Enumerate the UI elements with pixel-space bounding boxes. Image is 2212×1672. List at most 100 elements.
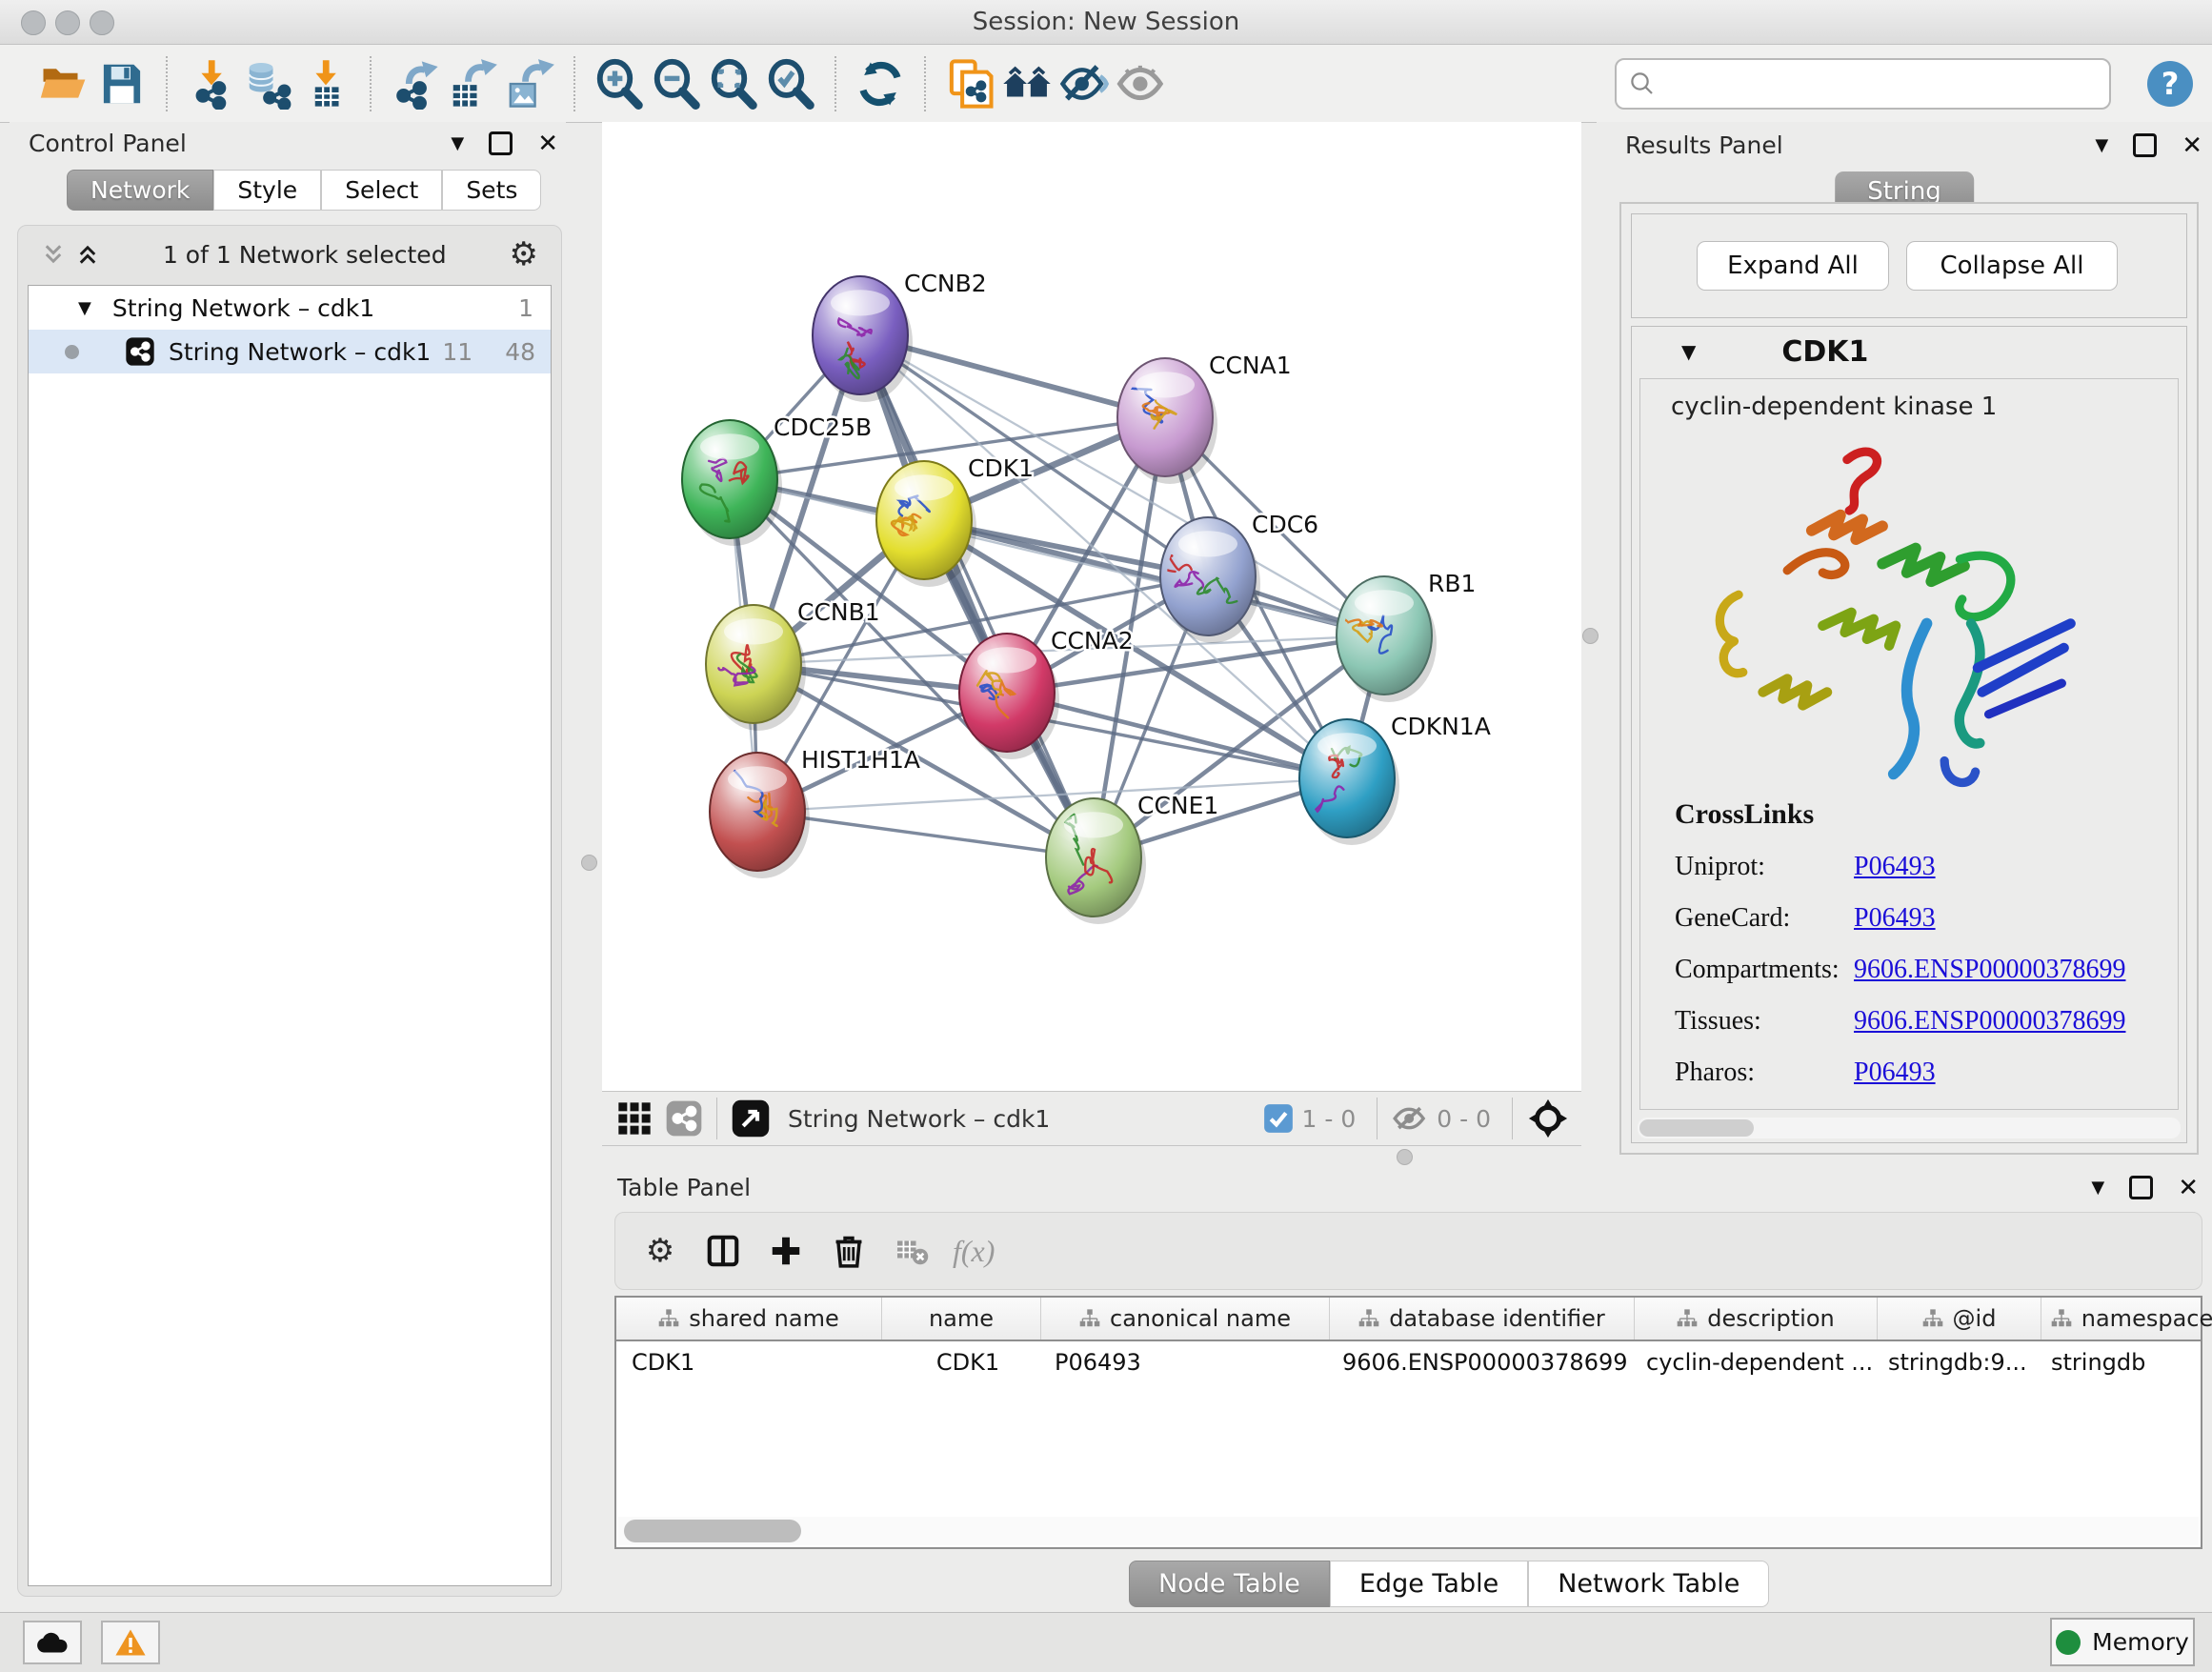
tab-sets[interactable]: Sets xyxy=(442,170,541,211)
column-header-name[interactable]: name xyxy=(882,1298,1041,1340)
column-header-@id[interactable]: @id xyxy=(1878,1298,2041,1340)
table-panel-close-icon[interactable]: ✕ xyxy=(2178,1178,2199,1198)
results-panel-collapse-icon[interactable]: ▼ xyxy=(2095,135,2108,155)
table-panel-float-icon[interactable] xyxy=(2129,1176,2153,1199)
memory-button[interactable]: Memory xyxy=(2050,1618,2195,1666)
results-panel-float-icon[interactable] xyxy=(2133,133,2157,157)
results-hscroll-thumb[interactable] xyxy=(1639,1119,1754,1137)
delete-column-trash-icon[interactable] xyxy=(827,1229,871,1273)
zoom-in-icon[interactable] xyxy=(591,54,648,113)
show-hidden-eye-icon[interactable] xyxy=(1113,54,1170,113)
left-splitter-handle[interactable] xyxy=(581,855,597,871)
hide-selected-eye-icon[interactable] xyxy=(1056,54,1113,113)
zoom-selected-icon[interactable] xyxy=(762,54,819,113)
control-panel-float-icon[interactable] xyxy=(489,131,513,155)
network-canvas[interactable]: CCNB2CCNA1CDC25BCDK1CDC6RB1CCNB1CCNA2CDK… xyxy=(602,122,1581,1091)
warning-status-button[interactable] xyxy=(101,1621,160,1664)
import-table-file-icon[interactable] xyxy=(297,54,354,113)
delete-table-icon[interactable] xyxy=(890,1229,934,1273)
right-splitter-handle[interactable] xyxy=(1582,628,1599,644)
results-panel-close-icon[interactable]: ✕ xyxy=(2182,136,2202,155)
cloud-status-button[interactable] xyxy=(23,1621,82,1664)
crosslink-link[interactable]: 9606.ENSP00000378699 xyxy=(1854,955,2125,985)
application-window: Session: New Session xyxy=(0,0,2212,1671)
tab-style[interactable]: Style xyxy=(213,170,321,211)
help-button[interactable]: ? xyxy=(2147,61,2193,107)
network-node-CDK1[interactable] xyxy=(876,461,976,587)
table-settings-gear-icon[interactable]: ⚙ xyxy=(638,1229,682,1273)
show-columns-icon[interactable] xyxy=(701,1229,745,1273)
export-image-icon[interactable] xyxy=(501,54,558,113)
cell-name[interactable]: CDK1 xyxy=(881,1341,1039,1383)
export-network-icon[interactable] xyxy=(387,54,444,113)
selected-checkbox-icon[interactable] xyxy=(1262,1102,1295,1135)
table-hscroll-thumb[interactable] xyxy=(624,1520,801,1542)
crosslink-label: Tissues: xyxy=(1675,1006,1854,1037)
node-count: 11 xyxy=(442,338,473,366)
zoom-out-icon[interactable] xyxy=(648,54,705,113)
table-row[interactable]: CDK1CDK1P064939606.ENSP00000378699cyclin… xyxy=(616,1341,2201,1383)
network-node-CDC6[interactable] xyxy=(1152,517,1261,643)
expand-all-button[interactable]: Expand All xyxy=(1697,241,1889,291)
column-header-canonical-name[interactable]: canonical name xyxy=(1041,1298,1330,1340)
cell-database-identifier[interactable]: 9606.ENSP00000378699 xyxy=(1327,1341,1631,1383)
network-options-gear-icon[interactable]: ⚙ xyxy=(510,238,538,271)
search-input[interactable] xyxy=(1657,64,2109,104)
column-header-namespace[interactable]: namespace xyxy=(2041,1298,2212,1340)
horizontal-splitter-handle[interactable] xyxy=(1397,1149,1413,1165)
birdseye-grid-icon[interactable] xyxy=(615,1099,654,1138)
cell-canonical-name[interactable]: P06493 xyxy=(1039,1341,1327,1383)
network-node-HIST1H1A[interactable] xyxy=(710,753,810,878)
zoom-fit-icon[interactable] xyxy=(705,54,762,113)
network-node-CDKN1A[interactable] xyxy=(1299,719,1399,845)
export-table-icon[interactable] xyxy=(444,54,501,113)
cell-description[interactable]: cyclin-dependent ... xyxy=(1631,1341,1873,1383)
add-column-icon[interactable] xyxy=(764,1229,808,1273)
cell-shared-name[interactable]: CDK1 xyxy=(616,1341,881,1383)
tab-network[interactable]: Network xyxy=(67,170,213,211)
save-session-icon[interactable] xyxy=(93,54,151,113)
table-hscrollbar[interactable] xyxy=(618,1517,2199,1545)
tab-network-table[interactable]: Network Table xyxy=(1528,1561,1769,1607)
network-share-icon[interactable] xyxy=(665,1099,703,1138)
camera-target-icon[interactable] xyxy=(1526,1097,1570,1140)
crosslink-link[interactable]: P06493 xyxy=(1854,1058,1936,1088)
copy-document-icon[interactable] xyxy=(941,54,998,113)
table-panel-collapse-icon[interactable]: ▼ xyxy=(2091,1178,2104,1198)
column-header-shared-name[interactable]: shared name xyxy=(616,1298,882,1340)
network-row[interactable]: String Network – cdk1 11 48 xyxy=(29,330,551,373)
entry-collapse-icon[interactable]: ▼ xyxy=(1681,340,1696,363)
tree-expanded-icon[interactable]: ▼ xyxy=(78,298,91,318)
network-collection-row[interactable]: ▼ String Network – cdk1 1 xyxy=(29,286,551,330)
refresh-icon[interactable] xyxy=(852,54,909,113)
crosslink-link[interactable]: P06493 xyxy=(1854,852,1936,882)
collapse-all-icon[interactable] xyxy=(41,242,66,267)
expand-all-icon[interactable] xyxy=(75,242,100,267)
network-node-CCNB2[interactable] xyxy=(813,276,913,402)
function-builder-icon[interactable]: f(x) xyxy=(953,1234,995,1269)
network-node-CCNB1[interactable] xyxy=(706,605,806,731)
network-node-CCNA2[interactable] xyxy=(959,634,1059,759)
column-header-description[interactable]: description xyxy=(1635,1298,1878,1340)
string-home-icon[interactable] xyxy=(998,54,1056,113)
open-view-icon[interactable] xyxy=(731,1098,771,1138)
tab-select[interactable]: Select xyxy=(321,170,442,211)
import-network-database-icon[interactable] xyxy=(240,54,297,113)
column-header-database-identifier[interactable]: database identifier xyxy=(1330,1298,1635,1340)
cell-@id[interactable]: stringdb:9... xyxy=(1873,1341,2036,1383)
control-panel-collapse-icon[interactable]: ▼ xyxy=(451,133,464,153)
tab-edge-table[interactable]: Edge Table xyxy=(1330,1561,1528,1607)
open-session-icon[interactable] xyxy=(36,54,93,113)
control-panel-close-icon[interactable]: ✕ xyxy=(537,134,558,153)
crosslink-link[interactable]: P06493 xyxy=(1854,903,1936,934)
network-node-CCNA1[interactable] xyxy=(1117,358,1217,484)
crosslink-link[interactable]: 9606.ENSP00000378699 xyxy=(1854,1006,2125,1037)
network-node-CCNE1[interactable] xyxy=(1046,798,1146,924)
results-hscrollbar[interactable] xyxy=(1638,1118,2181,1138)
collapse-all-button[interactable]: Collapse All xyxy=(1906,241,2118,291)
tab-node-table[interactable]: Node Table xyxy=(1129,1561,1330,1607)
import-network-file-icon[interactable] xyxy=(183,54,240,113)
selected-counter: 1 - 0 xyxy=(1302,1105,1357,1133)
network-edge xyxy=(860,335,1094,857)
cell-namespace[interactable]: stringdb xyxy=(2036,1341,2212,1383)
